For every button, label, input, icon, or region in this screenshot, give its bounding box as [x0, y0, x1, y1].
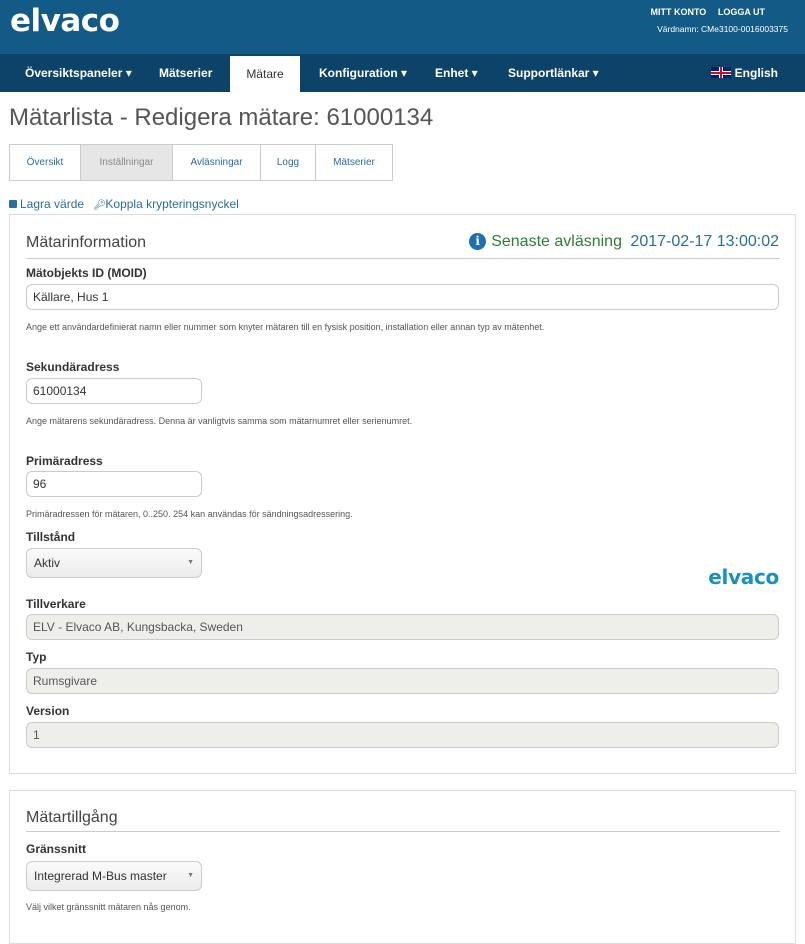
link-encryption-key-label: Koppla krypteringsnyckel: [105, 197, 239, 211]
meter-access-title: Mätartillgång: [26, 809, 118, 826]
top-header: elvaco MITT KONTO LOGGA UT Värdnamn: CMe…: [0, 0, 805, 54]
primary-address-input[interactable]: 96: [26, 471, 202, 497]
language-selector[interactable]: English: [710, 54, 778, 92]
state-select-value: Aktiv: [34, 556, 61, 570]
tab-overview[interactable]: Översikt: [10, 145, 81, 180]
section-divider: [26, 831, 780, 832]
tab-readings[interactable]: Avläsningar: [173, 145, 261, 180]
interface-select-value: Integrerad M-Bus master: [34, 869, 167, 883]
nav-device[interactable]: Enhet ▾: [435, 54, 478, 92]
my-account-link[interactable]: MITT KONTO: [650, 7, 706, 17]
moid-label: Mätobjekts ID (MOID): [26, 266, 147, 280]
meter-info-title: Mätarinformation: [26, 234, 147, 251]
hostname-label: Värdnamn: CMe3100-0016003375: [657, 24, 788, 34]
version-field: 1: [26, 722, 779, 748]
page-title: Mätarlista - Redigera mätare: 61000134: [9, 104, 434, 131]
account-links: MITT KONTO LOGGA UT: [641, 7, 765, 17]
link-encryption-key-link[interactable]: 🔑︎Koppla krypteringsnyckel: [93, 197, 238, 211]
manufacturer-label: Tillverkare: [26, 597, 86, 611]
manufacturer-logo: elvaco: [708, 565, 779, 589]
chevron-down-icon: ▼: [187, 872, 194, 879]
info-icon: i: [469, 233, 487, 250]
latest-reading-date: 2017-02-17 13:00:02: [630, 233, 779, 250]
latest-reading: i Senaste avläsning 2017-02-17 13:00:02: [469, 233, 779, 251]
elvaco-logo[interactable]: elvaco: [10, 3, 120, 39]
secondary-address-help: Ange mätarens sekundäradress. Denna är v…: [26, 416, 413, 426]
chevron-down-icon: ▼: [187, 559, 194, 566]
key-icon: 🔑︎: [93, 200, 107, 211]
primary-address-help: Primäradressen för mätaren, 0..250. 254 …: [26, 509, 353, 519]
language-label: English: [734, 66, 778, 80]
state-label: Tillstånd: [26, 530, 76, 544]
tab-log[interactable]: Logg: [261, 145, 316, 180]
nav-meter-series[interactable]: Mätserier: [159, 54, 212, 92]
nav-meters[interactable]: Mätare: [230, 56, 300, 92]
secondary-address-label: Sekundäradress: [26, 360, 120, 374]
nav-support-links[interactable]: Supportlänkar ▾: [508, 54, 599, 92]
interface-label: Gränssnitt: [26, 842, 87, 856]
save-icon: [9, 200, 17, 208]
type-label: Typ: [26, 650, 47, 664]
nav-configuration[interactable]: Konfiguration ▾: [319, 54, 407, 92]
main-nav: Översiktspaneler ▾ Mätserier Mätare Konf…: [0, 54, 805, 92]
logout-link[interactable]: LOGGA UT: [718, 7, 765, 17]
interface-help: Välj vilket gränssnitt mätaren nås genom…: [26, 902, 191, 912]
uk-flag-icon: [710, 67, 731, 78]
action-links: Lagra värde 🔑︎Koppla krypteringsnyckel: [9, 197, 245, 211]
save-value-link[interactable]: Lagra värde: [9, 197, 84, 211]
moid-input[interactable]: Källare, Hus 1: [26, 284, 779, 310]
state-select[interactable]: Aktiv ▼: [26, 548, 202, 578]
moid-help: Ange ett användardefinierat namn eller n…: [26, 322, 545, 332]
latest-reading-label: Senaste avläsning: [491, 233, 622, 250]
manufacturer-field: ELV - Elvaco AB, Kungsbacka, Sweden: [26, 614, 779, 640]
meter-tabs: Översikt Inställningar Avläsningar Logg …: [9, 144, 393, 181]
interface-select[interactable]: Integrerad M-Bus master ▼: [26, 861, 202, 891]
tab-settings[interactable]: Inställningar: [81, 145, 173, 180]
nav-overview-panels[interactable]: Översiktspaneler ▾: [25, 54, 132, 92]
primary-address-label: Primäradress: [26, 454, 103, 468]
secondary-address-input[interactable]: 61000134: [26, 378, 202, 404]
tab-meter-series[interactable]: Mätserier: [316, 145, 392, 180]
section-divider: [26, 258, 780, 259]
type-field: Rumsgivare: [26, 668, 779, 694]
meter-access-panel: Mätartillgång Gränssnitt Integrerad M-Bu…: [9, 790, 796, 944]
meter-info-panel: Mätarinformation i Senaste avläsning 2017…: [9, 214, 796, 774]
version-label: Version: [26, 704, 70, 718]
save-value-label: Lagra värde: [20, 197, 85, 211]
